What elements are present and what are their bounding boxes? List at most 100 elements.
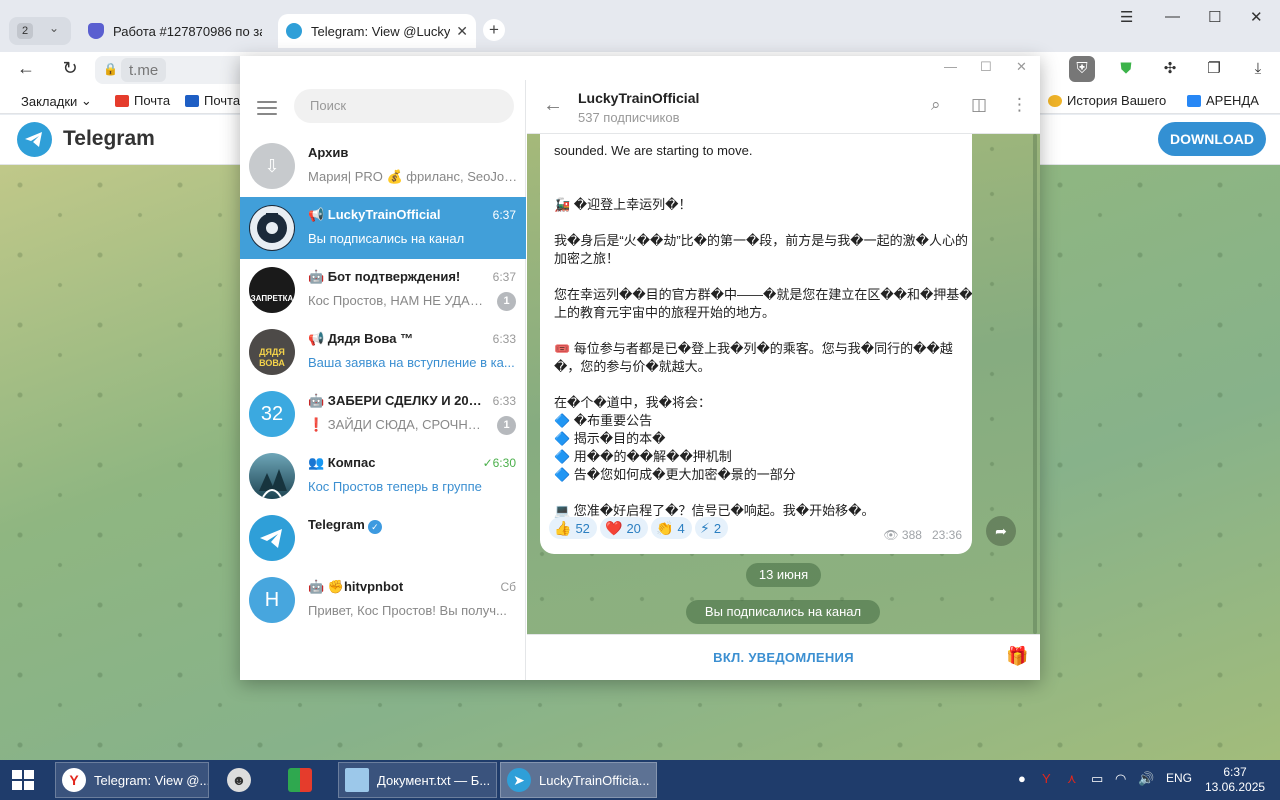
chat-item-luckytrain[interactable]: 📢 LuckyTrainOfficial 6:37 Вы подписались… xyxy=(240,197,526,259)
close-tab-icon[interactable]: ✕ xyxy=(456,23,468,40)
taskbar-app-2[interactable]: ☻ xyxy=(221,762,265,798)
gift-icon[interactable]: 🎁 xyxy=(1006,646,1028,667)
scrollbar[interactable] xyxy=(1033,134,1037,634)
menu-icon[interactable]: ☰ xyxy=(1120,8,1133,26)
language-indicator[interactable]: ENG xyxy=(1166,771,1192,785)
reaction-thumbs-up[interactable]: 👍 52 xyxy=(549,517,597,539)
post-line: 加密之旅！ xyxy=(554,251,620,266)
chat-preview: ❗ ЗАЙДИ СЮДА, СРОЧНО ... xyxy=(308,417,488,432)
bookmark-label: Почта xyxy=(204,93,241,108)
telegram-logo-icon[interactable] xyxy=(17,122,52,157)
close-window-icon[interactable]: ✕ xyxy=(1250,8,1263,26)
telegram-favicon-icon xyxy=(286,23,302,39)
post-line: 🚂 �迎登上幸运列�！ xyxy=(554,197,692,212)
chat-item-telegram[interactable]: Telegram ✓ xyxy=(240,507,526,569)
verified-icon: ✓ xyxy=(367,520,382,534)
minimize-icon[interactable]: — xyxy=(944,59,957,74)
heart-icon: ❤️ xyxy=(605,519,623,536)
back-icon[interactable]: ← xyxy=(14,58,38,79)
system-clock[interactable]: 6:37 13.06.2025 xyxy=(1205,765,1265,795)
reload-icon[interactable]: ↻ xyxy=(58,58,82,79)
post-line: 🔷 用��的��解��押机制 xyxy=(554,449,732,464)
extensions-puzzle-icon[interactable]: ✣ xyxy=(1157,56,1183,82)
maximize-icon[interactable]: ☐ xyxy=(980,59,992,75)
search-input[interactable]: Поиск xyxy=(294,89,514,123)
notepad-icon xyxy=(345,768,369,792)
window-titlebar: — ☐ ✕ xyxy=(240,56,1040,80)
chat-item-bot-confirm[interactable]: ЗАПРЕТКА 🤖 Бот подтверждения! 6:37 Кос П… xyxy=(240,259,526,321)
maximize-icon[interactable]: ☐ xyxy=(1208,8,1221,26)
reaction-heart[interactable]: ❤️ 20 xyxy=(600,517,648,539)
forward-icon[interactable]: ➦ xyxy=(986,516,1016,546)
telegram-brand[interactable]: Telegram xyxy=(63,127,155,151)
hamburger-menu-icon[interactable] xyxy=(257,101,277,119)
unread-badge: 1 xyxy=(497,292,516,311)
volume-icon[interactable]: 🔊 xyxy=(1138,771,1154,787)
telegram-tray-icon[interactable]: ● xyxy=(1018,771,1026,786)
antivirus-tray-icon[interactable]: ⋏ xyxy=(1067,771,1077,787)
avatar-text: ДЯДЯ ВОВА xyxy=(259,347,285,368)
collections-icon[interactable]: ❐ xyxy=(1201,56,1227,82)
tab-count: 2 xyxy=(17,23,33,39)
close-window-icon[interactable]: ✕ xyxy=(1016,59,1027,75)
chat-item-zaberi[interactable]: 32 🤖 ЗАБЕРИ СДЕЛКУ И 200$... 6:33 ❗ ЗАЙД… xyxy=(240,383,526,445)
taskbar: Y Telegram: View @... ☻ Документ.txt — Б… xyxy=(0,760,1280,800)
reaction-count: 2 xyxy=(713,520,722,536)
minimize-icon[interactable]: — xyxy=(1165,8,1180,25)
bookmarks-menu[interactable]: Закладки ⌄ xyxy=(21,93,92,109)
taskbar-app-telegram[interactable]: ➤ LuckyTrainOfficia... xyxy=(500,762,657,798)
enable-notifications-button[interactable]: ВКЛ. УВЕДОМЛЕНИЯ xyxy=(527,650,1040,665)
bookmark-mail-1[interactable]: Почта xyxy=(115,93,170,108)
post-line: 🔷 揭示�目的本� xyxy=(554,431,666,446)
bookmark-label: АРЕНДА xyxy=(1206,93,1259,108)
post-line: 🔷 告�您如何成�更大加密�景的一部分 xyxy=(554,467,796,482)
bookmark-mail-2[interactable]: Почта xyxy=(185,93,240,108)
chat-item-archive[interactable]: ⇩ Архив Мария| PRO 💰 фриланс, SeoJob... xyxy=(240,135,526,197)
extension-icon-1[interactable]: ⛨ xyxy=(1069,56,1095,82)
windows-start-icon[interactable] xyxy=(12,770,34,790)
chat-item-dyadya-vova[interactable]: ДЯДЯ ВОВА 📢 Дядя Вова ™ 6:33 Ваша заявка… xyxy=(240,321,526,383)
post-line: 我�身后是“火��劫”比�的第一�段，前方是与我�一起的激�人心的 xyxy=(554,233,968,248)
yandex-tray-icon[interactable]: Y xyxy=(1042,771,1051,786)
download-icon[interactable]: ⤓ xyxy=(1245,56,1271,82)
back-arrow-icon[interactable]: ← xyxy=(543,94,563,117)
bookmark-label: История Вашего xyxy=(1067,93,1167,108)
more-options-icon[interactable]: ⋮ xyxy=(1011,95,1028,115)
chat-name: Архив xyxy=(308,145,349,160)
chat-name: 🤖 Бот подтверждения! xyxy=(308,269,461,284)
chat-time: ✓6:30 xyxy=(482,456,516,470)
taskbar-app-browser[interactable]: Y Telegram: View @... xyxy=(55,762,209,798)
chat-time: Сб xyxy=(500,580,516,594)
chat-name-text: Telegram xyxy=(308,517,365,532)
taskbar-app-notepad[interactable]: Документ.txt — Б... xyxy=(338,762,497,798)
channel-title[interactable]: LuckyTrainOfficial xyxy=(578,90,699,106)
tab-counter-button[interactable]: 2 ⌄ xyxy=(9,17,71,45)
new-tab-button[interactable]: + xyxy=(483,19,505,41)
channel-post[interactable]: sounded. We are starting to move. 🚂 �迎登上… xyxy=(540,134,972,554)
sidebar-toggle-icon[interactable]: ◫ xyxy=(971,95,987,115)
adblock-shield-icon[interactable]: ⛊ xyxy=(1113,56,1139,82)
post-line: 在�个�道中，我�将会： xyxy=(554,395,711,410)
browser-tab-telegram[interactable]: Telegram: View @Lucky ✕ xyxy=(278,14,476,48)
search-icon[interactable]: ⌕ xyxy=(931,95,941,115)
cat-app-icon: ☻ xyxy=(227,768,251,792)
bookmark-arenda[interactable]: АРЕНДА xyxy=(1187,93,1259,108)
battery-icon[interactable]: ▭ xyxy=(1091,771,1103,787)
reaction-count: 52 xyxy=(575,520,590,536)
chat-name: 📢 Дядя Вова ™ xyxy=(308,331,414,346)
taskbar-app-title: Telegram: View @... xyxy=(94,772,209,788)
reaction-clap[interactable]: 👏 4 xyxy=(651,517,692,539)
download-button[interactable]: DOWNLOAD xyxy=(1158,122,1266,156)
chat-item-kompas[interactable]: 👥 Компас ✓6:30 Кос Простов теперь в груп… xyxy=(240,445,526,507)
chat-time: 6:37 xyxy=(492,208,516,222)
taskbar-app-3[interactable] xyxy=(282,762,326,798)
shield-favicon-icon xyxy=(88,23,104,39)
reaction-lightning[interactable]: ⚡ 2 xyxy=(695,517,729,539)
wifi-icon[interactable]: ◠ xyxy=(1115,771,1126,787)
chat-name: 🤖 ЗАБЕРИ СДЕЛКУ И 200$... xyxy=(308,393,488,408)
bookmark-history[interactable]: История Вашего xyxy=(1048,93,1166,108)
chat-item-hitvpnbot[interactable]: H 🤖 ✊hitvpnbot Сб Привет, Кос Простов! В… xyxy=(240,569,526,631)
browser-tab-work[interactable]: Работа #127870986 по за xyxy=(80,14,270,48)
date-chip: 13 июня xyxy=(746,563,821,587)
telegram-desktop-window: — ☐ ✕ Поиск ⇩ Архив Мария| PRO 💰 фриланс… xyxy=(240,56,1040,680)
